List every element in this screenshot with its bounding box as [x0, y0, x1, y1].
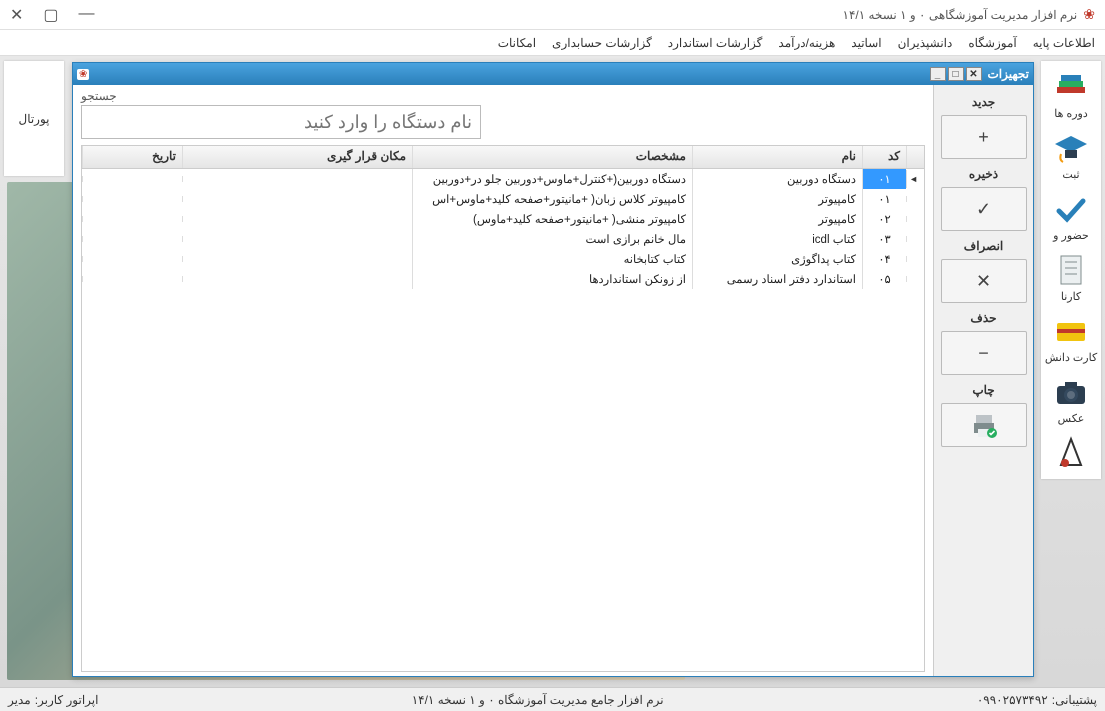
sidebar-item-label: عکس	[1058, 412, 1085, 425]
sidebar-item-photo[interactable]: عکس	[1043, 372, 1099, 427]
sidebar-item-courses[interactable]: دوره ها	[1043, 67, 1099, 122]
cancel-button[interactable]: ✕	[941, 259, 1027, 303]
delete-button[interactable]: −	[941, 331, 1027, 375]
operator-value: مدیر	[8, 693, 31, 707]
col-header-date[interactable]: تاریخ	[82, 146, 182, 168]
table-row[interactable]: ۰۱کامپیوترکامپیوتر کلاس زبان( +مانیتور+ص…	[82, 189, 924, 209]
table-row[interactable]: ۰۳کتاب icdlمال خانم برازی است	[82, 229, 924, 249]
support-phone: ۰۹۹۰۲۵۷۳۴۹۲	[977, 693, 1048, 707]
app-icon: ❀	[1083, 6, 1095, 23]
subwin-app-icon: ❀	[77, 69, 89, 80]
table-row[interactable]: ۰۱دستگاه دوربیندستگاه دوربین(+کنترل+ماوس…	[82, 169, 924, 189]
menubar: اطلاعات پایه آموزشگاه دانشپذیران اساتید …	[0, 30, 1105, 56]
col-header-name[interactable]: نام	[692, 146, 862, 168]
action-label-delete: حذف	[970, 307, 996, 327]
col-header-loc[interactable]: مکان قرار گیری	[182, 146, 412, 168]
search-input[interactable]	[81, 105, 481, 139]
status-app-name: نرم افزار جامع مدیریت آموزشگاه ۰ و ۱ نسخ…	[412, 693, 664, 707]
sidebar-item-label: کارنا	[1061, 290, 1081, 303]
right-sidebar: دوره ها ثبت حضور و کارنا کارت دانش	[1041, 61, 1101, 479]
sidebar-item-attendance[interactable]: حضور و	[1043, 189, 1099, 244]
print-button[interactable]	[941, 403, 1027, 447]
camera-icon	[1051, 374, 1091, 410]
new-button[interactable]: +	[941, 115, 1027, 159]
actions-panel: جدید + ذخیره ✓ انصراف ✕ حذف − چاپ	[933, 85, 1033, 676]
grid-body[interactable]: ۰۱دستگاه دوربیندستگاه دوربین(+کنترل+ماوس…	[82, 169, 924, 671]
subwin-minimize-icon[interactable]: _	[930, 67, 946, 81]
sidebar-item-label: ثبت	[1062, 168, 1079, 181]
document-icon	[1051, 252, 1091, 288]
grid-header: کد نام مشخصات مکان قرار گیری تاریخ	[82, 145, 924, 169]
menu-item[interactable]: اطلاعات پایه	[1033, 36, 1095, 50]
sidebar-item-label: کارت دانش	[1045, 351, 1097, 364]
menu-item[interactable]: دانشپذیران	[898, 36, 953, 50]
table-row[interactable]: ۰۵استاندارد دفتر اسناد رسمیاز زونکن استا…	[82, 269, 924, 289]
main-titlebar: ✕ ▢ — نرم افزار مدیریت آموزشگاهی ۰ و ۱ ن…	[0, 0, 1105, 30]
graduation-icon	[1051, 130, 1091, 166]
equipment-subwindow: تجهیزات _ □ ✕ ❀ جدید + ذخیره ✓ انصراف ✕ …	[72, 62, 1034, 677]
subwindow-titlebar: تجهیزات _ □ ✕ ❀	[73, 63, 1033, 85]
menu-item[interactable]: هزینه/درآمد	[778, 36, 835, 50]
save-button[interactable]: ✓	[941, 187, 1027, 231]
equipment-grid: کد نام مشخصات مکان قرار گیری تاریخ ۰۱دست…	[81, 145, 925, 672]
menu-item[interactable]: اساتید	[851, 36, 881, 50]
window-close-icon[interactable]: ✕	[10, 5, 23, 25]
status-bar: پشتیبانی: ۰۹۹۰۲۵۷۳۴۹۲ نرم افزار جامع مدی…	[0, 687, 1105, 711]
col-header-spec[interactable]: مشخصات	[412, 146, 692, 168]
table-row[interactable]: ۰۴کتاب پداگوژیکتاب کتابخانه	[82, 249, 924, 269]
left-sidebar: پورتال	[4, 61, 64, 176]
printer-icon	[970, 411, 998, 439]
sidebar-item-card[interactable]: کارت دانش	[1043, 311, 1099, 366]
sidebar-item-register[interactable]: ثبت	[1043, 128, 1099, 183]
action-label-save: ذخیره	[969, 163, 998, 183]
menu-item[interactable]: گزارشات حسابداری	[552, 36, 652, 50]
col-header-code[interactable]: کد	[862, 146, 906, 168]
menu-item[interactable]: گزارشات استاندارد	[668, 36, 763, 50]
app-title: نرم افزار مدیریت آموزشگاهی ۰ و ۱ نسخه ۱۴…	[843, 8, 1078, 22]
sidebar-item-logo[interactable]	[1043, 433, 1099, 473]
subwin-close-icon[interactable]: ✕	[966, 67, 982, 81]
books-icon	[1051, 69, 1091, 105]
center-panel: جستجو کد نام مشخصات مکان قرار گیری تاریخ…	[73, 85, 933, 676]
card-icon	[1051, 313, 1091, 349]
window-maximize-icon[interactable]: ▢	[43, 5, 58, 25]
sidebar-item-portal[interactable]: پورتال	[18, 112, 49, 126]
subwindow-title: تجهیزات	[988, 67, 1030, 81]
search-label: جستجو	[81, 89, 117, 103]
sidebar-item-label: دوره ها	[1054, 107, 1088, 120]
logo-icon	[1051, 435, 1091, 471]
action-label-new: جدید	[972, 91, 995, 111]
subwin-maximize-icon[interactable]: □	[948, 67, 964, 81]
window-minimize-icon[interactable]: —	[79, 5, 95, 25]
table-row[interactable]: ۰۲کامپیوترکامپیوتر منشی( +مانیتور+صفحه ک…	[82, 209, 924, 229]
operator-label: اپراتور کاربر:	[35, 693, 99, 707]
support-label: پشتیبانی:	[1052, 693, 1097, 707]
action-label-cancel: انصراف	[964, 235, 1003, 255]
menu-item[interactable]: آموزشگاه	[968, 36, 1016, 50]
sidebar-item-report[interactable]: کارنا	[1043, 250, 1099, 305]
action-label-print: چاپ	[972, 379, 994, 399]
work-area: دوره ها ثبت حضور و کارنا کارت دانش	[0, 56, 1105, 687]
menu-item[interactable]: امکانات	[498, 36, 536, 50]
sidebar-item-label: حضور و	[1053, 229, 1089, 242]
check-icon	[1051, 191, 1091, 227]
